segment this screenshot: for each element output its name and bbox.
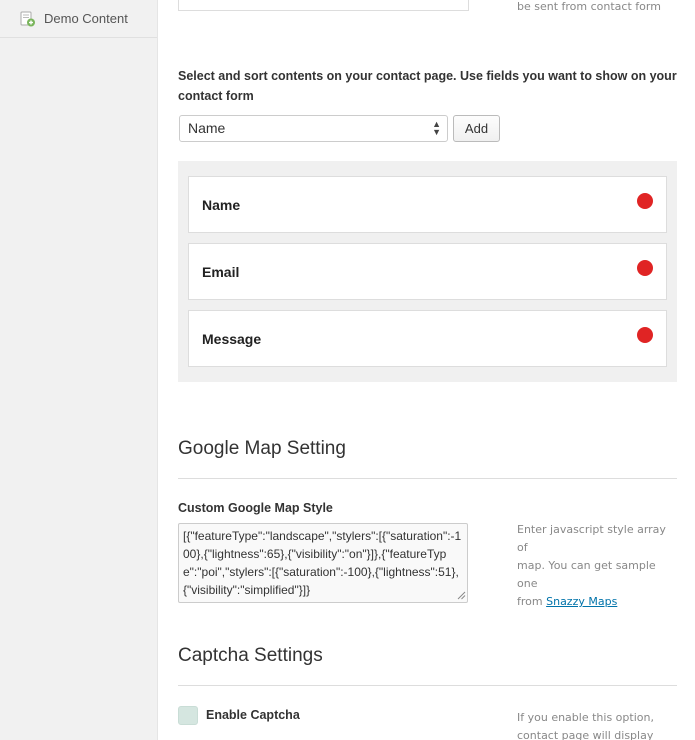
select-arrows-icon: ▲ ▼	[432, 119, 441, 137]
contact-form-note: be sent from contact form	[517, 0, 661, 13]
google-map-section-title: Google Map Setting	[178, 438, 346, 459]
previous-field-textarea[interactable]	[178, 0, 469, 11]
add-field-button[interactable]: Add	[453, 115, 500, 142]
map-help-line-1: Enter javascript style array of	[517, 523, 666, 554]
map-style-textarea[interactable]: [{"featureType":"landscape","stylers":[{…	[178, 523, 468, 603]
contents-description-line-2: contact form	[178, 89, 254, 103]
map-help-line-2: map. You can get sample one	[517, 559, 656, 590]
admin-sidebar: Demo Content	[0, 0, 158, 740]
field-name: Email	[202, 264, 240, 280]
contents-description: Select and sort contents on your contact…	[178, 66, 678, 106]
sidebar-item-demo-content[interactable]: Demo Content	[0, 0, 157, 38]
section-divider	[178, 478, 677, 479]
remove-dot-icon[interactable]	[637, 193, 653, 209]
sidebar-item-label: Demo Content	[44, 11, 128, 26]
captcha-section-title: Captcha Settings	[178, 645, 323, 666]
enable-captcha-label: Enable Captcha	[206, 708, 300, 722]
demo-content-icon	[20, 11, 36, 27]
field-select[interactable]: Name ▲ ▼	[179, 115, 448, 142]
captcha-help-line-2: contact page will display	[517, 729, 654, 740]
settings-main: be sent from contact form Select and sor…	[158, 0, 695, 740]
remove-dot-icon[interactable]	[637, 327, 653, 343]
snazzy-maps-link[interactable]: Snazzy Maps	[546, 595, 617, 608]
section-divider	[178, 685, 677, 686]
contents-description-line-1: Select and sort contents on your contact…	[178, 69, 677, 83]
map-style-label: Custom Google Map Style	[178, 501, 333, 515]
list-item[interactable]: Email	[188, 243, 667, 300]
map-help-from: from	[517, 595, 547, 608]
list-item[interactable]: Name	[188, 176, 667, 233]
captcha-help-line-1: If you enable this option,	[517, 711, 654, 724]
field-select-value: Name	[188, 120, 226, 136]
map-help-line-3: from Snazzy Maps	[517, 593, 677, 611]
list-item[interactable]: Message	[188, 310, 667, 367]
field-name: Name	[202, 197, 241, 213]
remove-dot-icon[interactable]	[637, 260, 653, 276]
resize-grip-icon[interactable]	[456, 590, 466, 600]
map-style-help: Enter javascript style array of map. You…	[517, 521, 677, 611]
contact-fields-list: Name Email Message	[178, 161, 677, 382]
captcha-help: If you enable this option, contact page …	[517, 709, 677, 740]
field-name: Message	[202, 331, 262, 347]
enable-captcha-checkbox[interactable]	[178, 706, 198, 725]
